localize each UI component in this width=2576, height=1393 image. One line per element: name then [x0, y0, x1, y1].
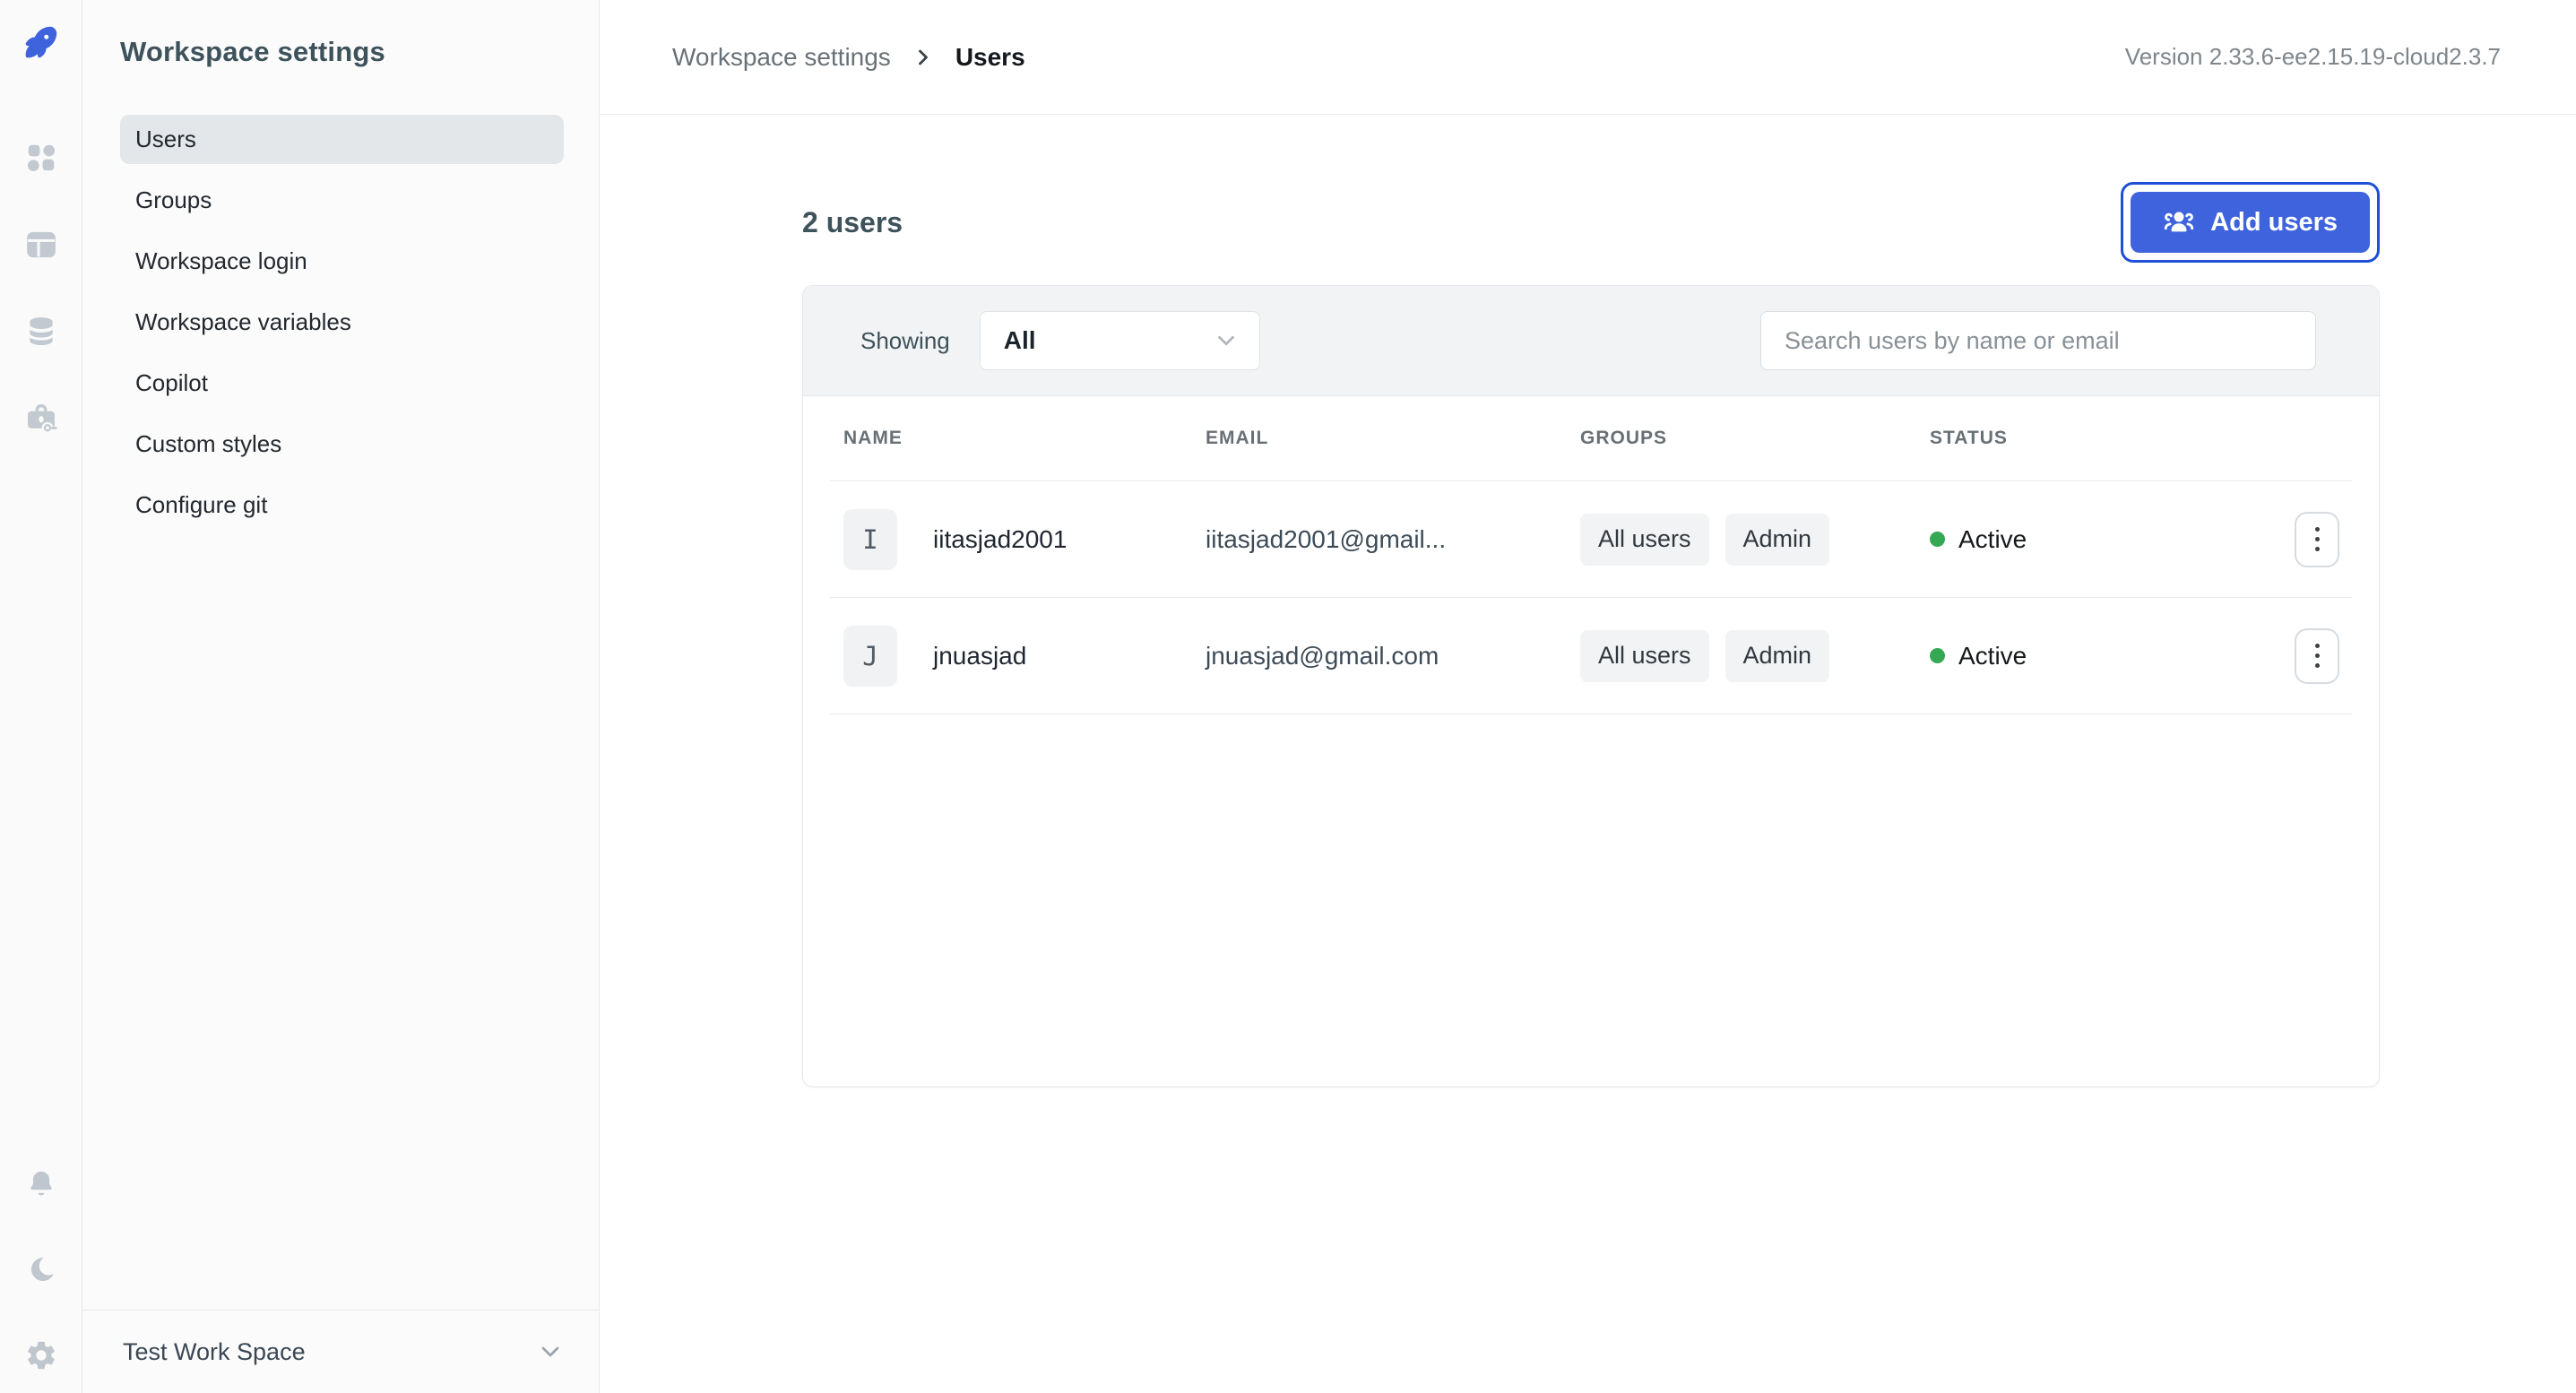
column-header-email: EMAIL: [1206, 428, 1269, 448]
breadcrumb-parent[interactable]: Workspace settings: [672, 43, 891, 72]
sidebar-item-label: Configure git: [135, 491, 268, 518]
column-header-name: NAME: [843, 428, 903, 448]
add-users-focus-ring: Add users: [2121, 182, 2380, 263]
table-row: I iitasjad2001 iitasjad2001@gmail... All…: [830, 481, 2352, 598]
chevron-down-icon: [1217, 335, 1234, 346]
main-area: Workspace settings Users Version 2.33.6-…: [600, 0, 2576, 1393]
users-table: NAME EMAIL GROUPS STATUS I iitasjad2001 …: [803, 396, 2379, 714]
column-header-groups: GROUPS: [1580, 428, 1668, 448]
workspace-name: Test Work Space: [123, 1337, 306, 1365]
settings-sidebar: Workspace settings Users Groups Workspac…: [82, 0, 600, 1393]
users-group-icon: [2165, 212, 2194, 232]
users-page: 2 users Add users Showing All Search use…: [600, 115, 2576, 1087]
sidebar-item-groups[interactable]: Groups: [120, 176, 564, 225]
marketplace-icon[interactable]: [23, 401, 59, 437]
sidebar-item-custom-styles[interactable]: Custom styles: [120, 420, 564, 469]
groups-cell: All users Admin: [1567, 513, 1916, 566]
name-cell: J jnuasjad: [830, 625, 1192, 687]
settings-menu: Users Groups Workspace login Workspace v…: [120, 115, 564, 541]
avatar: J: [843, 625, 897, 687]
breadcrumb: Workspace settings Users: [672, 43, 1025, 72]
sidebar-item-label: Users: [135, 125, 196, 152]
workflows-icon[interactable]: [23, 227, 59, 263]
email-cell: jnuasjad@gmail.com: [1206, 641, 1439, 670]
status-badge: Active: [1958, 524, 2027, 553]
status-badge: Active: [1958, 641, 2027, 670]
row-actions-menu-button[interactable]: [2295, 627, 2339, 684]
sidebar-item-label: Workspace login: [135, 247, 307, 274]
users-count: 2 users: [802, 205, 903, 238]
status-dot: [1930, 532, 1945, 547]
filter-select[interactable]: All: [979, 311, 1260, 370]
group-badge: All users: [1580, 513, 1709, 566]
filter-bar: Showing All: [803, 286, 2379, 396]
apps-icon[interactable]: [23, 140, 59, 176]
users-card: Showing All NAME EMAIL GROUPS STATUS: [802, 285, 2380, 1087]
status-dot: [1930, 648, 1945, 663]
group-badge: Admin: [1725, 629, 1830, 682]
row-actions-menu-button[interactable]: [2295, 511, 2339, 567]
status-cell: Active: [1916, 525, 2253, 554]
avatar: I: [843, 508, 897, 570]
version-label: Version 2.33.6-ee2.15.19-cloud2.3.7: [2124, 43, 2501, 70]
column-header-status: STATUS: [1930, 428, 2008, 448]
group-badge: Admin: [1725, 513, 1830, 566]
sidebar-item-configure-git[interactable]: Configure git: [120, 480, 564, 530]
sidebar-item-label: Groups: [135, 186, 212, 213]
rocket-logo-icon[interactable]: [21, 22, 62, 63]
user-name: jnuasjad: [933, 641, 1027, 670]
filter-select-value: All: [1003, 326, 1036, 354]
name-cell: I iitasjad2001: [830, 508, 1192, 570]
status-cell: Active: [1916, 642, 2253, 671]
sidebar-item-users[interactable]: Users: [120, 115, 564, 164]
notifications-icon[interactable]: [23, 1167, 59, 1203]
dark-mode-icon[interactable]: [23, 1252, 59, 1288]
icon-rail: [0, 0, 82, 1393]
showing-label: Showing: [860, 326, 950, 354]
user-name: iitasjad2001: [933, 524, 1068, 553]
sidebar-item-label: Workspace variables: [135, 308, 351, 335]
topbar: Workspace settings Users Version 2.33.6-…: [600, 0, 2576, 115]
workspace-switcher[interactable]: Test Work Space: [82, 1310, 599, 1393]
breadcrumb-current: Users: [955, 42, 1025, 71]
search-input[interactable]: [1760, 311, 2316, 370]
groups-cell: All users Admin: [1567, 629, 1916, 682]
email-cell: iitasjad2001@gmail...: [1206, 524, 1447, 553]
settings-icon[interactable]: [23, 1337, 59, 1373]
chevron-down-icon: [541, 1346, 559, 1357]
sidebar-item-workspace-login[interactable]: Workspace login: [120, 237, 564, 286]
sidebar-item-copilot[interactable]: Copilot: [120, 359, 564, 408]
chevron-right-icon: [918, 49, 928, 65]
add-users-label: Add users: [2210, 207, 2338, 237]
data-sources-icon[interactable]: [23, 314, 59, 350]
sidebar-item-workspace-variables[interactable]: Workspace variables: [120, 298, 564, 347]
sidebar-title: Workspace settings: [120, 36, 385, 67]
table-row: J jnuasjad jnuasjad@gmail.com All users …: [830, 598, 2352, 714]
users-toolbar: 2 users Add users: [802, 179, 2380, 265]
add-users-button[interactable]: Add users: [2131, 192, 2370, 253]
sidebar-item-label: Custom styles: [135, 430, 282, 457]
table-header-row: NAME EMAIL GROUPS STATUS: [830, 396, 2352, 481]
group-badge: All users: [1580, 629, 1709, 682]
sidebar-item-label: Copilot: [135, 369, 208, 396]
